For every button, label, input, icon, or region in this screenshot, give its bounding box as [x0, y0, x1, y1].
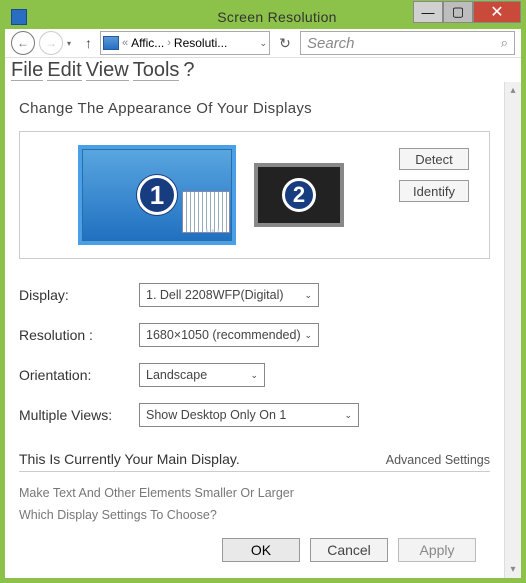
- which-settings-link[interactable]: Which Display Settings To Choose?: [19, 508, 490, 522]
- monitor-2-number: 2: [282, 178, 316, 212]
- main-display-row: This Is Currently Your Main Display. Adv…: [19, 451, 490, 472]
- scroll-down-arrow[interactable]: ▾: [505, 561, 521, 578]
- page-title: Change The Appearance Of Your Displays: [19, 100, 490, 117]
- settings-form: Display: 1. Dell 2208WFP(Digital) ⌄ Reso…: [19, 283, 490, 427]
- close-button[interactable]: ✕: [473, 1, 521, 23]
- window-controls: — ▢ ✕: [413, 1, 521, 23]
- orientation-select[interactable]: Landscape ⌄: [139, 363, 265, 387]
- monitor-1-dots: •••: [205, 226, 222, 237]
- display-value: 1. Dell 2208WFP(Digital): [146, 288, 284, 302]
- minimize-button[interactable]: —: [413, 1, 443, 23]
- search-icon: ⌕: [501, 35, 508, 51]
- monitor-icon: [103, 36, 119, 50]
- up-button[interactable]: ↑: [81, 35, 96, 51]
- resolution-select[interactable]: 1680×1050 (recommended) ⌄: [139, 323, 319, 347]
- identify-button[interactable]: Identify: [399, 180, 469, 202]
- dialog-buttons: OK Cancel Apply: [19, 530, 490, 570]
- maximize-button[interactable]: ▢: [443, 1, 473, 23]
- window-frame: Screen Resolution — ▢ ✕ ← → ▾ ↑ « Affic.…: [0, 0, 526, 583]
- resolution-label: Resolution :: [19, 327, 139, 343]
- nav-toolbar: ← → ▾ ↑ « Affic... › Resoluti... ⌄ ↻ Sea…: [5, 29, 521, 58]
- help-links: Make Text And Other Elements Smaller Or …: [19, 486, 490, 522]
- breadcrumb-seg-2[interactable]: Resoluti...: [174, 36, 227, 50]
- display-select[interactable]: 1. Dell 2208WFP(Digital) ⌄: [139, 283, 319, 307]
- monitor-1[interactable]: 1 •••: [78, 145, 236, 245]
- multiple-views-label: Multiple Views:: [19, 407, 139, 423]
- text-size-link[interactable]: Make Text And Other Elements Smaller Or …: [19, 486, 490, 500]
- chevron-down-icon: ⌄: [304, 290, 312, 301]
- app-icon: [11, 9, 27, 25]
- multiple-views-select[interactable]: Show Desktop Only On 1 ⌄: [139, 403, 359, 427]
- content-panel: Change The Appearance Of Your Displays 1…: [5, 82, 504, 578]
- ok-button[interactable]: OK: [222, 538, 300, 562]
- chevron-down-icon: ⌄: [344, 410, 352, 421]
- detect-button[interactable]: Detect: [399, 148, 469, 170]
- scroll-up-arrow[interactable]: ▴: [505, 82, 521, 99]
- breadcrumb-chevron: ›: [167, 37, 171, 49]
- vertical-scrollbar[interactable]: ▴ ▾: [504, 82, 521, 578]
- search-placeholder: Search: [307, 35, 355, 52]
- chevron-down-icon: ⌄: [250, 370, 258, 381]
- apply-button: Apply: [398, 538, 476, 562]
- monitor-1-number: 1: [137, 175, 177, 215]
- breadcrumb-sep: «: [122, 37, 128, 49]
- display-label: Display:: [19, 287, 139, 303]
- orientation-value: Landscape: [146, 368, 207, 382]
- multiple-views-value: Show Desktop Only On 1: [146, 408, 286, 422]
- menu-edit[interactable]: Edit: [47, 60, 81, 81]
- back-button[interactable]: ←: [11, 31, 35, 55]
- nav-history-dropdown[interactable]: ▾: [67, 39, 77, 48]
- menu-view[interactable]: View: [86, 60, 129, 81]
- display-preview: 1 ••• 2 Detect Identify: [19, 131, 490, 259]
- search-input[interactable]: Search ⌕: [300, 31, 515, 55]
- content-area: Change The Appearance Of Your Displays 1…: [5, 82, 521, 578]
- menu-file[interactable]: File: [11, 60, 43, 81]
- orientation-label: Orientation:: [19, 367, 139, 383]
- monitor-2[interactable]: 2: [254, 163, 344, 227]
- menu-help[interactable]: ?: [183, 60, 194, 80]
- menu-tools[interactable]: Tools: [133, 60, 180, 81]
- breadcrumb[interactable]: « Affic... › Resoluti... ⌄: [100, 31, 270, 55]
- preview-buttons: Detect Identify: [399, 148, 469, 202]
- titlebar: Screen Resolution — ▢ ✕: [5, 5, 521, 29]
- resolution-value: 1680×1050 (recommended): [146, 328, 301, 342]
- forward-button[interactable]: →: [39, 31, 63, 55]
- scroll-track[interactable]: [505, 99, 521, 561]
- menubar: File Edit View Tools ?: [5, 58, 521, 82]
- monitor-group: 1 ••• 2: [78, 145, 344, 245]
- chevron-down-icon: ⌄: [304, 330, 312, 341]
- breadcrumb-dropdown-icon[interactable]: ⌄: [259, 38, 267, 49]
- main-display-text: This Is Currently Your Main Display.: [19, 451, 240, 467]
- cancel-button[interactable]: Cancel: [310, 538, 388, 562]
- refresh-button[interactable]: ↻: [274, 32, 296, 54]
- breadcrumb-seg-1[interactable]: Affic...: [131, 36, 164, 50]
- advanced-settings-link[interactable]: Advanced Settings: [386, 453, 490, 467]
